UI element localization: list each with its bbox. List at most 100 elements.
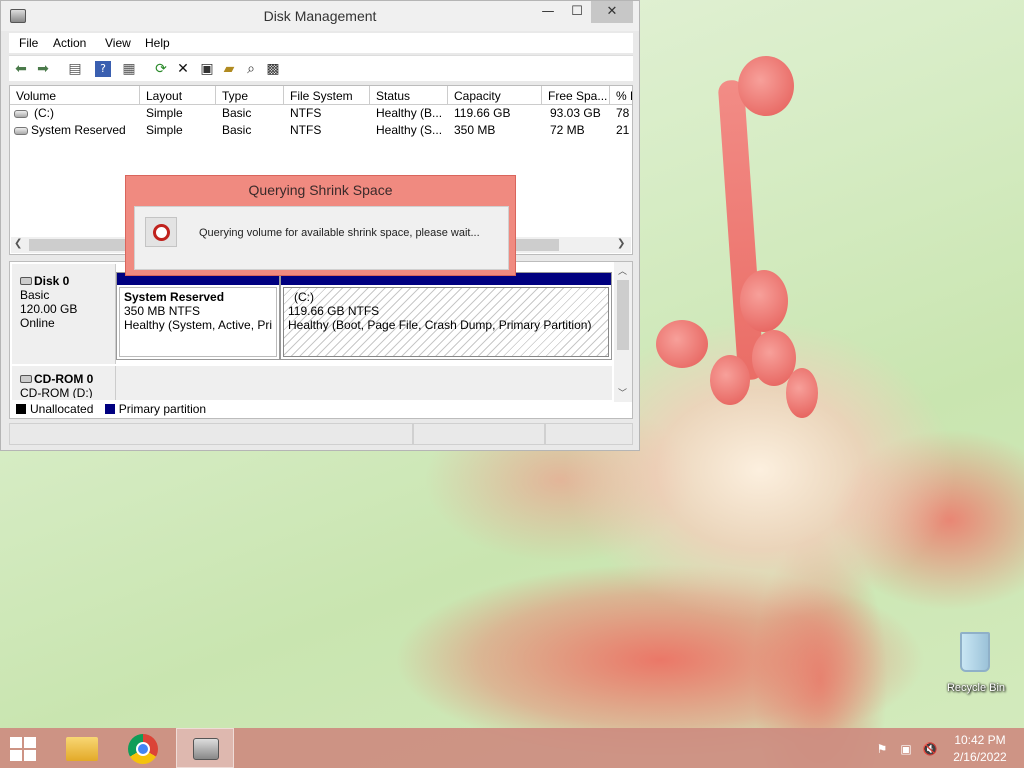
recycle-bin-desktop-icon[interactable]: Recycle Bin bbox=[940, 630, 1012, 700]
search-icon[interactable]: ⌕ bbox=[241, 59, 261, 79]
network-icon[interactable]: ▣ bbox=[898, 742, 914, 756]
partition-name: (C:) bbox=[294, 290, 314, 304]
flower-anther-decoration bbox=[710, 355, 750, 405]
column-header-free-space[interactable]: Free Spa... bbox=[542, 86, 610, 105]
recycle-bin-label: Recycle Bin bbox=[946, 682, 1006, 694]
flower-anther-decoration bbox=[738, 56, 794, 116]
clock-time[interactable]: 10:42 PM bbox=[940, 733, 1020, 747]
console-tree-icon[interactable]: ▦ bbox=[119, 59, 139, 79]
action-center-flag-icon[interactable]: ⚑ bbox=[874, 742, 890, 756]
minimize-button[interactable]: — bbox=[533, 1, 563, 23]
chrome-taskbar-button[interactable] bbox=[114, 728, 172, 768]
column-header-type[interactable]: Type bbox=[216, 86, 284, 105]
legend: Unallocated Primary partition bbox=[16, 402, 206, 416]
disk-0-name: Disk 0 bbox=[20, 274, 115, 288]
flower-stem-decoration bbox=[717, 79, 765, 381]
cell-file-system: NTFS bbox=[290, 123, 322, 137]
chrome-icon bbox=[128, 734, 158, 764]
cell-volume: (C:) bbox=[34, 106, 54, 120]
menu-help[interactable]: Help bbox=[145, 36, 170, 50]
cell-volume: System Reserved bbox=[31, 123, 126, 137]
drive-icon bbox=[14, 127, 28, 135]
dialog-title[interactable]: Querying Shrink Space bbox=[126, 182, 515, 198]
delete-icon[interactable]: ✕ bbox=[173, 59, 193, 79]
cell-percent-free: 78 bbox=[616, 106, 630, 120]
maximize-button[interactable]: ☐ bbox=[563, 1, 591, 23]
column-header-file-system[interactable]: File System bbox=[284, 86, 370, 105]
partition-status: Healthy (Boot, Page File, Crash Dump, Pr… bbox=[288, 318, 592, 332]
partition-fs: 350 MB NTFS bbox=[124, 304, 201, 318]
partition-c[interactable]: (C:) 119.66 GB NTFS Healthy (Boot, Page … bbox=[280, 272, 612, 360]
properties-sheet-icon[interactable]: ▣ bbox=[197, 59, 217, 79]
table-row[interactable]: (C:) Simple Basic NTFS Healthy (B... 119… bbox=[10, 106, 632, 123]
cdrom-0-name: CD-ROM 0 bbox=[20, 372, 115, 386]
toolbar: ⬅ ➡ ▤ ? ▦ ⟳ ✕ ▣ ▰ ⌕ ▩ bbox=[9, 55, 633, 81]
status-segment bbox=[413, 423, 545, 445]
disk-0-label[interactable]: Disk 0 Basic 120.00 GB Online bbox=[12, 264, 116, 364]
querying-shrink-space-dialog: Querying Shrink Space Querying volume fo… bbox=[125, 175, 516, 276]
cdrom-0-label[interactable]: CD-ROM 0 CD-ROM (D:) bbox=[12, 366, 116, 400]
scroll-left-icon[interactable]: ❮ bbox=[14, 238, 22, 249]
scroll-up-icon[interactable]: ︿ bbox=[618, 264, 627, 277]
cell-capacity: 350 MB bbox=[454, 123, 496, 137]
refresh-icon[interactable]: ⟳ bbox=[151, 59, 171, 79]
clock-date[interactable]: 2/16/2022 bbox=[940, 750, 1020, 764]
legend-primary-partition: Primary partition bbox=[118, 402, 207, 416]
disk-0-size: 120.00 GB bbox=[20, 302, 78, 316]
menu-action[interactable]: Action bbox=[53, 36, 86, 50]
open-icon[interactable]: ▰ bbox=[219, 59, 239, 79]
title-bar[interactable]: Disk Management — ☐ ✕ bbox=[1, 1, 639, 31]
column-header-status[interactable]: Status bbox=[370, 86, 448, 105]
column-header-percent-free[interactable]: % F bbox=[610, 86, 632, 105]
status-bar bbox=[9, 423, 633, 445]
menu-file[interactable]: File bbox=[19, 36, 38, 50]
scroll-right-icon[interactable]: ❯ bbox=[617, 238, 625, 249]
status-segment bbox=[9, 423, 413, 445]
help-icon[interactable]: ? bbox=[95, 61, 111, 77]
disk-management-taskbar-button[interactable] bbox=[176, 728, 234, 768]
disk-0-state: Online bbox=[20, 316, 55, 330]
scroll-down-icon[interactable]: ﹀ bbox=[618, 386, 627, 399]
taskbar: ⚑ ▣ 🔇 10:42 PM 2/16/2022 bbox=[0, 728, 1024, 768]
cdrom-0-type: CD-ROM (D:) bbox=[20, 386, 93, 398]
column-header-volume[interactable]: Volume bbox=[10, 86, 140, 105]
column-header-layout[interactable]: Layout bbox=[140, 86, 216, 105]
cell-layout: Simple bbox=[146, 123, 183, 137]
dialog-message: Querying volume for available shrink spa… bbox=[199, 227, 480, 239]
vertical-scrollbar[interactable]: ︿ ﹀ bbox=[614, 262, 632, 402]
drive-icon bbox=[14, 110, 28, 118]
scrollbar-thumb[interactable] bbox=[617, 280, 629, 350]
flower-anther-decoration bbox=[786, 368, 818, 418]
dialog-body: Querying volume for available shrink spa… bbox=[134, 206, 509, 270]
close-button[interactable]: ✕ bbox=[591, 1, 633, 23]
menu-view[interactable]: View bbox=[105, 36, 131, 50]
cell-percent-free: 21 bbox=[616, 123, 630, 137]
cdrom-icon bbox=[20, 375, 32, 383]
partition-status: Healthy (System, Active, Prir bbox=[124, 318, 272, 332]
disk-icon bbox=[20, 277, 32, 285]
cell-status: Healthy (B... bbox=[376, 106, 443, 120]
forward-icon[interactable]: ➡ bbox=[33, 59, 53, 79]
menu-bar: File Action View Help bbox=[9, 33, 633, 53]
partition-fs: 119.66 GB NTFS bbox=[288, 304, 380, 318]
table-row[interactable]: System Reserved Simple Basic NTFS Health… bbox=[10, 123, 632, 140]
start-button[interactable] bbox=[10, 737, 38, 761]
volume-muted-icon[interactable]: 🔇 bbox=[922, 742, 938, 756]
recycle-bin-icon bbox=[960, 632, 990, 672]
status-segment bbox=[545, 423, 633, 445]
file-explorer-taskbar-button[interactable] bbox=[52, 728, 110, 768]
cell-free-space: 93.03 GB bbox=[550, 106, 601, 120]
back-icon[interactable]: ⬅ bbox=[11, 59, 31, 79]
cell-layout: Simple bbox=[146, 106, 183, 120]
column-header-capacity[interactable]: Capacity bbox=[448, 86, 542, 105]
windows-logo-icon bbox=[10, 737, 22, 748]
partition-system-reserved[interactable]: System Reserved 350 MB NTFS Healthy (Sys… bbox=[116, 272, 280, 360]
help-topics-icon[interactable]: ▩ bbox=[263, 59, 283, 79]
properties-icon[interactable]: ▤ bbox=[65, 59, 85, 79]
cell-type: Basic bbox=[222, 123, 252, 137]
disk-management-icon bbox=[193, 738, 219, 760]
cell-type: Basic bbox=[222, 106, 252, 120]
cell-free-space: 72 MB bbox=[550, 123, 585, 137]
cell-file-system: NTFS bbox=[290, 106, 322, 120]
flower-anther-decoration bbox=[656, 320, 708, 368]
